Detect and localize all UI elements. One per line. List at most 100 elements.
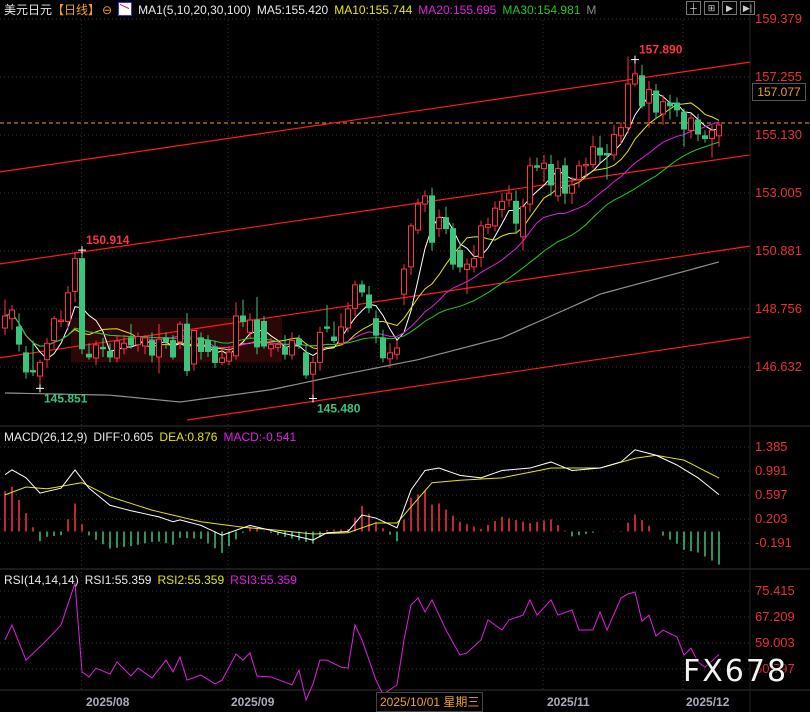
candle-body <box>611 133 617 156</box>
macd-name[interactable]: MACD(26,12,9) <box>4 430 87 444</box>
candle <box>422 190 428 213</box>
candle-body <box>534 165 540 168</box>
candle-body <box>275 344 281 348</box>
candle-body <box>576 165 582 180</box>
date-label-nov: 2025/11 <box>547 695 590 709</box>
rsi2-value: RSI2:55.359 <box>157 573 225 587</box>
candle <box>387 343 393 368</box>
candle <box>660 94 666 125</box>
extreme-price-label: 145.480 <box>317 401 361 415</box>
watermark-logo: FX678 <box>683 654 789 689</box>
candle-body <box>632 73 638 85</box>
candle-body <box>86 353 92 358</box>
candle-body <box>191 329 197 365</box>
candle <box>667 94 673 120</box>
candle-body <box>44 342 50 361</box>
candle-body <box>37 361 43 377</box>
candle-body <box>590 146 596 165</box>
extreme-price-label: 150.914 <box>86 233 130 247</box>
candle-body <box>436 217 442 230</box>
chart-canvas[interactable]: 159.379 157.255 155.130 153.005 150.881 148.7… <box>0 0 810 712</box>
candle-body <box>247 319 253 333</box>
candle <box>79 250 85 355</box>
candle-body <box>254 319 260 348</box>
candle-body <box>198 337 204 352</box>
candle-body <box>9 309 15 320</box>
candle <box>233 302 239 360</box>
candle-body <box>485 224 491 228</box>
candle <box>16 313 22 352</box>
macd-axis-label: 0.991 <box>755 463 788 478</box>
candle <box>352 280 358 316</box>
ma-chart-icon[interactable] <box>118 2 133 16</box>
candle-body <box>660 101 666 115</box>
candle-body <box>709 129 715 140</box>
candle-body <box>555 168 561 197</box>
circle-minus-icon[interactable]: ⊖ <box>102 3 112 17</box>
rsi3-value: RSI3:55.359 <box>230 573 297 587</box>
candle-body <box>702 135 708 140</box>
candle <box>702 130 708 143</box>
candle <box>639 64 645 109</box>
skip-end-icon[interactable]: ▶| <box>740 1 755 15</box>
candle <box>541 154 547 183</box>
candle-body <box>366 294 372 309</box>
candle <box>254 296 260 355</box>
rsi-name[interactable]: RSI(14,14,14) <box>4 573 79 587</box>
candle-body <box>401 268 407 295</box>
candle <box>401 264 407 306</box>
candle-body <box>618 127 624 137</box>
candle-body <box>506 192 512 201</box>
zoom-fit-icon[interactable]: ⊞ <box>704 1 719 15</box>
trend-line <box>0 154 750 265</box>
date-label-aug: 2025/08 <box>86 695 130 709</box>
candle-body <box>282 346 288 355</box>
candle-body <box>128 337 134 346</box>
price-axis-label: 155.130 <box>755 127 802 142</box>
candle <box>359 280 365 297</box>
price-axis-label: 150.881 <box>755 243 802 258</box>
macd-diff: DIFF:0.605 <box>93 430 154 444</box>
candle-body <box>261 320 267 347</box>
candle <box>9 305 15 330</box>
ma-indicator-name[interactable]: MA1(5,10,20,30,100) <box>138 3 251 17</box>
candle-body <box>219 357 225 363</box>
candle <box>653 83 659 120</box>
crosshair-icon[interactable]: ┼ <box>686 1 701 15</box>
candle <box>51 315 57 349</box>
candle <box>58 310 64 327</box>
rsi-axis-label: 75.415 <box>755 583 795 598</box>
symbol-name: 美元日元 <box>4 3 53 17</box>
candle <box>373 310 379 344</box>
play-icon[interactable]: ▶ <box>722 1 737 15</box>
candle-body <box>394 347 400 355</box>
macd-legend: MACD(26,12,9) DIFF:0.605 DEA:0.876 MACD:-0.… <box>4 430 302 444</box>
ma20-value: MA20:155.695 <box>418 3 497 17</box>
macd-axis-label: 0.597 <box>755 487 788 502</box>
candle-body <box>72 258 78 292</box>
candle <box>415 198 421 235</box>
candle-body <box>716 124 722 137</box>
candle <box>282 335 288 360</box>
period-selector[interactable]: 【日线】 <box>52 3 100 17</box>
extreme-marker <box>631 55 639 64</box>
macd-axis-label: -0.191 <box>755 535 792 550</box>
candle-body <box>562 165 568 194</box>
candles <box>2 56 722 399</box>
candle <box>394 340 400 360</box>
date-label-cursor: 2025/10/01 星期三 <box>376 692 484 712</box>
candle-body <box>58 319 64 322</box>
candle-body <box>597 147 603 156</box>
main-legend: 美元日元【日线】 ⊖ MA1(5,10,20,30,100) MA5:155.420 M… <box>4 2 602 17</box>
candle-body <box>338 326 344 344</box>
candle <box>44 337 50 368</box>
rsi-axis-label: 59.003 <box>755 635 795 650</box>
candle-body <box>569 184 575 194</box>
candle-body <box>184 323 190 372</box>
candle <box>471 245 477 273</box>
candle-body <box>65 292 71 322</box>
candle-body <box>156 338 162 358</box>
candle-body <box>149 340 155 356</box>
ma-more: M <box>586 3 597 17</box>
candle <box>597 135 603 164</box>
